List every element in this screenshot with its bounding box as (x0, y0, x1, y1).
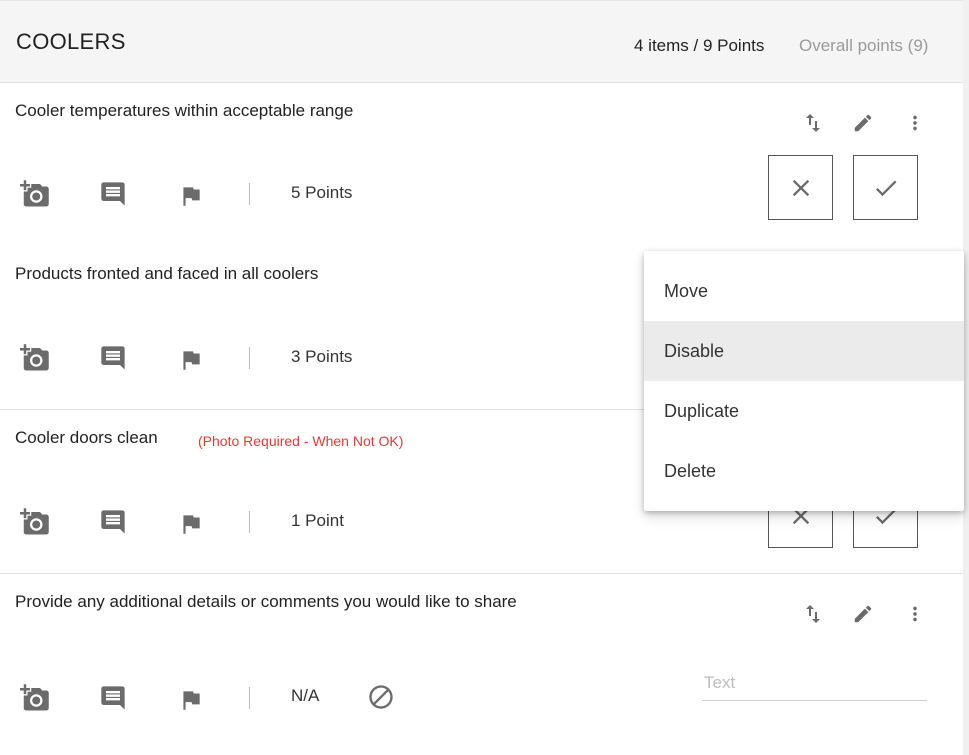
flag-icon[interactable] (176, 181, 206, 211)
photo-requirement-note: (Photo Required - When Not OK) (198, 433, 404, 449)
comment-icon[interactable] (98, 507, 128, 537)
reorder-icon[interactable] (798, 108, 828, 138)
close-icon (787, 174, 815, 202)
edit-icon[interactable] (848, 108, 878, 138)
menu-item-move[interactable]: Move (644, 261, 964, 321)
items-points-summary: 4 items / 9 Points (634, 36, 765, 55)
item-context-menu: Move Disable Duplicate Delete (644, 251, 964, 511)
pass-button[interactable] (853, 155, 918, 220)
section-header: COOLERS 4 items / 9 Points Overall point… (0, 0, 963, 83)
menu-item-duplicate[interactable]: Duplicate (644, 381, 964, 441)
reorder-icon[interactable] (798, 599, 828, 629)
checklist-item: Provide any additional details or commen… (0, 574, 963, 755)
divider (249, 347, 250, 369)
add-photo-icon[interactable] (20, 683, 50, 713)
item-points: N/A (291, 686, 320, 705)
flag-icon[interactable] (176, 345, 206, 375)
section-title: COOLERS (16, 29, 126, 54)
comment-icon[interactable] (98, 343, 128, 373)
item-points: 5 Points (291, 183, 353, 202)
fail-button[interactable] (768, 155, 833, 220)
divider (249, 687, 250, 709)
divider (249, 511, 250, 533)
more-vertical-icon[interactable] (900, 108, 930, 138)
add-photo-icon[interactable] (20, 179, 50, 209)
menu-item-delete[interactable]: Delete (644, 441, 964, 501)
checklist-item: Cooler temperatures within acceptable ra… (0, 83, 963, 247)
block-icon[interactable] (366, 682, 396, 712)
item-question: Products fronted and faced in all cooler… (15, 264, 319, 283)
item-points: 1 Point (291, 511, 344, 530)
add-photo-icon[interactable] (20, 507, 50, 537)
menu-item-disable[interactable]: Disable (644, 321, 964, 381)
item-question: Provide any additional details or commen… (15, 592, 517, 611)
comment-icon[interactable] (98, 683, 128, 713)
item-question: Cooler doors clean (15, 428, 158, 447)
item-question: Cooler temperatures within acceptable ra… (15, 101, 354, 120)
check-icon (872, 174, 900, 202)
more-vertical-icon[interactable] (900, 599, 930, 629)
item-points: 3 Points (291, 347, 353, 366)
flag-icon[interactable] (176, 509, 206, 539)
comment-icon[interactable] (98, 179, 128, 209)
divider (249, 183, 250, 205)
edit-icon[interactable] (848, 599, 878, 629)
add-photo-icon[interactable] (20, 343, 50, 373)
overall-points: Overall points (9) (799, 36, 929, 55)
text-answer-input[interactable] (702, 665, 927, 701)
flag-icon[interactable] (176, 685, 206, 715)
